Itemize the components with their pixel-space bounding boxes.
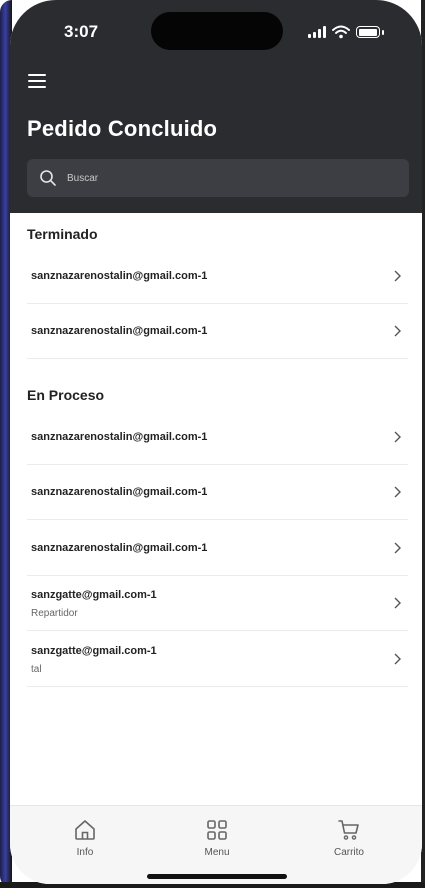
search-icon [40,170,56,186]
order-email: sanznazarenostalin@gmail.com-1 [31,486,208,498]
search-bar[interactable] [27,159,409,197]
tab-label: Info [76,847,94,858]
search-input[interactable] [65,171,369,185]
signal-icon [308,26,326,38]
order-email: sanznazarenostalin@gmail.com-1 [31,270,208,282]
battery-icon [356,26,380,38]
page-title: Pedido Concluido [27,116,218,141]
home-icon [75,820,95,840]
order-row[interactable]: sanzgatte@gmail.com-1 tal [27,632,408,687]
chevron-right-icon [394,597,401,609]
device-frame: 3:07 Pedido Concluido Buscar Terminado s… [0,0,425,888]
order-row[interactable]: sanznazarenostalin@gmail.com-1 [27,465,408,520]
order-row[interactable]: sanznazarenostalin@gmail.com-1 [27,304,408,359]
hamburger-menu-icon[interactable] [28,74,46,88]
status-icons [308,24,384,40]
section-title-en-proceso: En Proceso [27,387,105,403]
order-row[interactable]: sanznazarenostalin@gmail.com-1 [27,521,408,576]
cart-icon [338,820,359,840]
home-indicator [147,874,287,879]
order-email: sanznazarenostalin@gmail.com-1 [31,431,208,443]
bottom-tab-bar: Info Menu Carrito [10,805,422,884]
battery-cap [382,29,384,35]
tab-info[interactable]: Info [45,818,125,858]
order-email: sanznazarenostalin@gmail.com-1 [31,325,208,337]
order-subtitle: Repartidor [31,608,78,619]
chevron-right-icon [394,653,401,665]
app-header: 3:07 Pedido Concluido [10,0,422,213]
order-row[interactable]: sanzgatte@gmail.com-1 Repartidor [27,576,408,631]
order-email: sanzgatte@gmail.com-1 [31,645,157,657]
tab-label: Carrito [333,847,364,858]
screen: 3:07 Pedido Concluido Buscar Terminado s… [10,0,422,884]
order-subtitle: tal [31,664,42,675]
chevron-right-icon [394,270,401,282]
chevron-right-icon [394,325,401,337]
order-email: sanzgatte@gmail.com-1 [31,589,157,601]
grid-icon [207,820,227,840]
dynamic-island [151,12,283,50]
tab-carrito[interactable]: Carrito [309,818,389,858]
tab-label: Menu [204,847,230,858]
order-email: sanznazarenostalin@gmail.com-1 [31,542,208,554]
tab-menu[interactable]: Menu [177,818,257,858]
chevron-right-icon [394,542,401,554]
status-time: 3:07 [64,22,99,41]
order-row[interactable]: sanznazarenostalin@gmail.com-1 [27,249,408,304]
section-title-terminado: Terminado [27,226,98,242]
order-row[interactable]: sanznazarenostalin@gmail.com-1 [27,410,408,465]
wifi-icon [332,25,350,39]
chevron-right-icon [394,486,401,498]
chevron-right-icon [394,431,401,443]
